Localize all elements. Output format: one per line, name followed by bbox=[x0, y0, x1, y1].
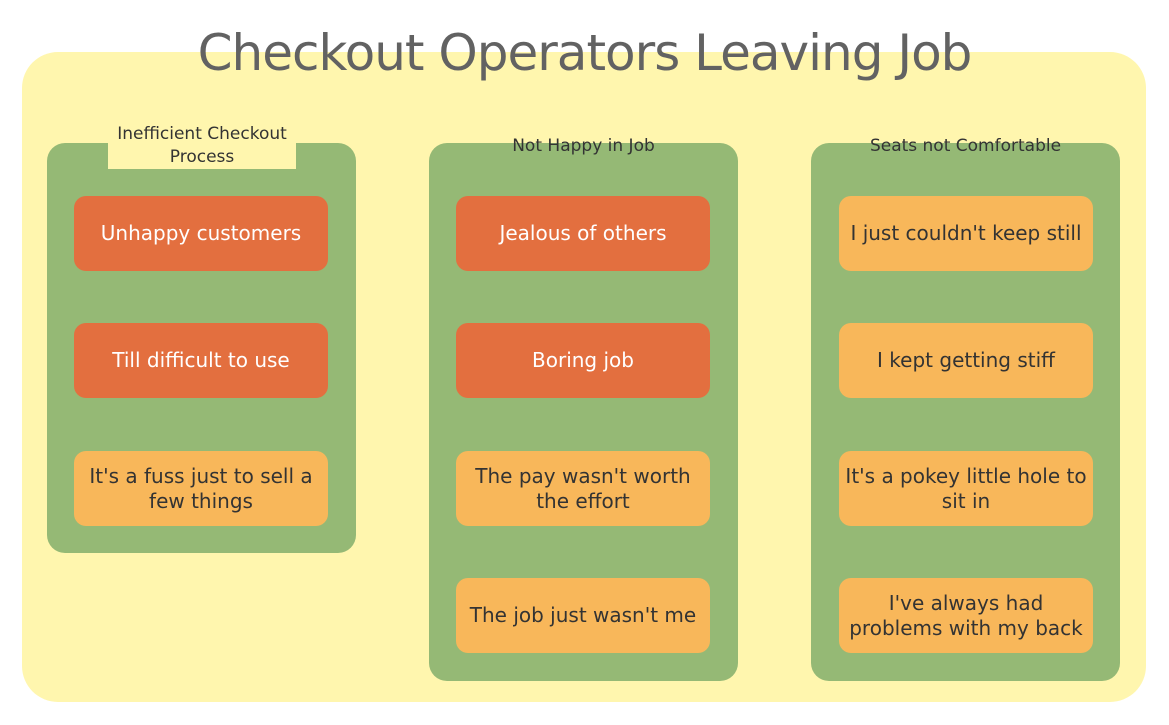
group-label: Not Happy in Job bbox=[512, 136, 655, 156]
affinity-card[interactable]: It's a pokey little hole to sit in bbox=[839, 451, 1093, 526]
affinity-card[interactable]: It's a fuss just to sell a few things bbox=[74, 451, 328, 526]
affinity-card[interactable]: I kept getting stiff bbox=[839, 323, 1093, 398]
affinity-card[interactable]: Unhappy customers bbox=[74, 196, 328, 271]
affinity-card[interactable]: The job just wasn't me bbox=[456, 578, 710, 653]
affinity-card[interactable]: I just couldn't keep still bbox=[839, 196, 1093, 271]
group-label: Inefficient Checkout Process bbox=[108, 123, 296, 169]
diagram-title: Checkout Operators Leaving Job bbox=[197, 24, 973, 82]
affinity-card[interactable]: The pay wasn't worth the effort bbox=[456, 451, 710, 526]
affinity-card[interactable]: Jealous of others bbox=[456, 196, 710, 271]
affinity-card[interactable]: Boring job bbox=[456, 323, 710, 398]
affinity-card[interactable]: Till difficult to use bbox=[74, 323, 328, 398]
group-label: Seats not Comfortable bbox=[869, 136, 1062, 156]
affinity-card[interactable]: I've always had problems with my back bbox=[839, 578, 1093, 653]
